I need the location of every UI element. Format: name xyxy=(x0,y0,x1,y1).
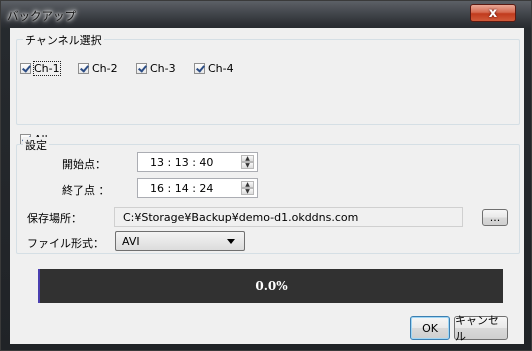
browse-button[interactable]: ... xyxy=(482,209,508,226)
ok-button[interactable]: OK xyxy=(410,316,450,340)
start-time-input[interactable]: 13 : 13 : 40 ▲ ▼ xyxy=(137,152,258,172)
settings-legend: 設定 xyxy=(23,137,49,153)
checkbox-ch4[interactable]: Ch-4 xyxy=(194,62,234,75)
spin-up-icon[interactable]: ▲ xyxy=(241,155,254,162)
close-icon: x xyxy=(488,5,498,21)
end-time-input[interactable]: 16 : 14 : 24 ▲ ▼ xyxy=(137,178,258,198)
cancel-button[interactable]: キャンセル xyxy=(454,314,508,343)
backup-progress-bar: 0.0% xyxy=(38,269,503,303)
spin-down-icon[interactable]: ▼ xyxy=(241,188,254,195)
save-location-label: 保存場所： xyxy=(27,212,82,225)
close-button[interactable]: x xyxy=(470,4,516,22)
channel-select-group xyxy=(16,39,520,125)
end-time-value: 16 : 14 : 24 xyxy=(150,182,214,195)
progress-text: 0.0% xyxy=(255,279,288,293)
window-title: バックアップ xyxy=(7,9,76,23)
checkbox-ch1[interactable]: Ch-1 xyxy=(20,61,61,76)
check-icon xyxy=(78,63,89,74)
file-format-label: ファイル形式： xyxy=(27,237,104,250)
check-icon xyxy=(20,63,31,74)
start-time-spinner[interactable]: ▲ ▼ xyxy=(241,155,254,169)
file-format-value: AVI xyxy=(122,235,140,248)
dialog-body: チャンネル選択 Ch-1 Ch-2 Ch-3 Ch-4 All 設定 開始点： … xyxy=(10,28,524,344)
start-time-value: 13 : 13 : 40 xyxy=(150,156,214,169)
start-time-label: 開始点： xyxy=(62,158,106,171)
chevron-down-icon xyxy=(227,239,235,244)
checkbox-label: Ch-2 xyxy=(92,62,118,75)
check-icon xyxy=(136,63,147,74)
checkbox-ch2[interactable]: Ch-2 xyxy=(78,62,118,75)
spin-up-icon[interactable]: ▲ xyxy=(241,181,254,188)
checkbox-label: Ch-4 xyxy=(208,62,234,75)
end-time-spinner[interactable]: ▲ ▼ xyxy=(241,181,254,195)
backup-dialog: バックアップ x チャンネル選択 Ch-1 Ch-2 Ch-3 Ch-4 All xyxy=(0,0,532,351)
checkbox-ch3[interactable]: Ch-3 xyxy=(136,62,176,75)
channel-select-legend: チャンネル選択 xyxy=(23,32,104,48)
spin-down-icon[interactable]: ▼ xyxy=(241,162,254,169)
file-format-select[interactable]: AVI xyxy=(115,231,245,251)
check-icon xyxy=(194,63,205,74)
save-path-field[interactable]: C:¥Storage¥Backup¥demo-d1.okddns.com xyxy=(114,207,463,227)
checkbox-label: Ch-1 xyxy=(33,61,61,76)
checkbox-label: Ch-3 xyxy=(150,62,176,75)
title-bar[interactable]: バックアップ x xyxy=(1,1,531,27)
end-time-label: 終了点 ： xyxy=(62,184,110,197)
